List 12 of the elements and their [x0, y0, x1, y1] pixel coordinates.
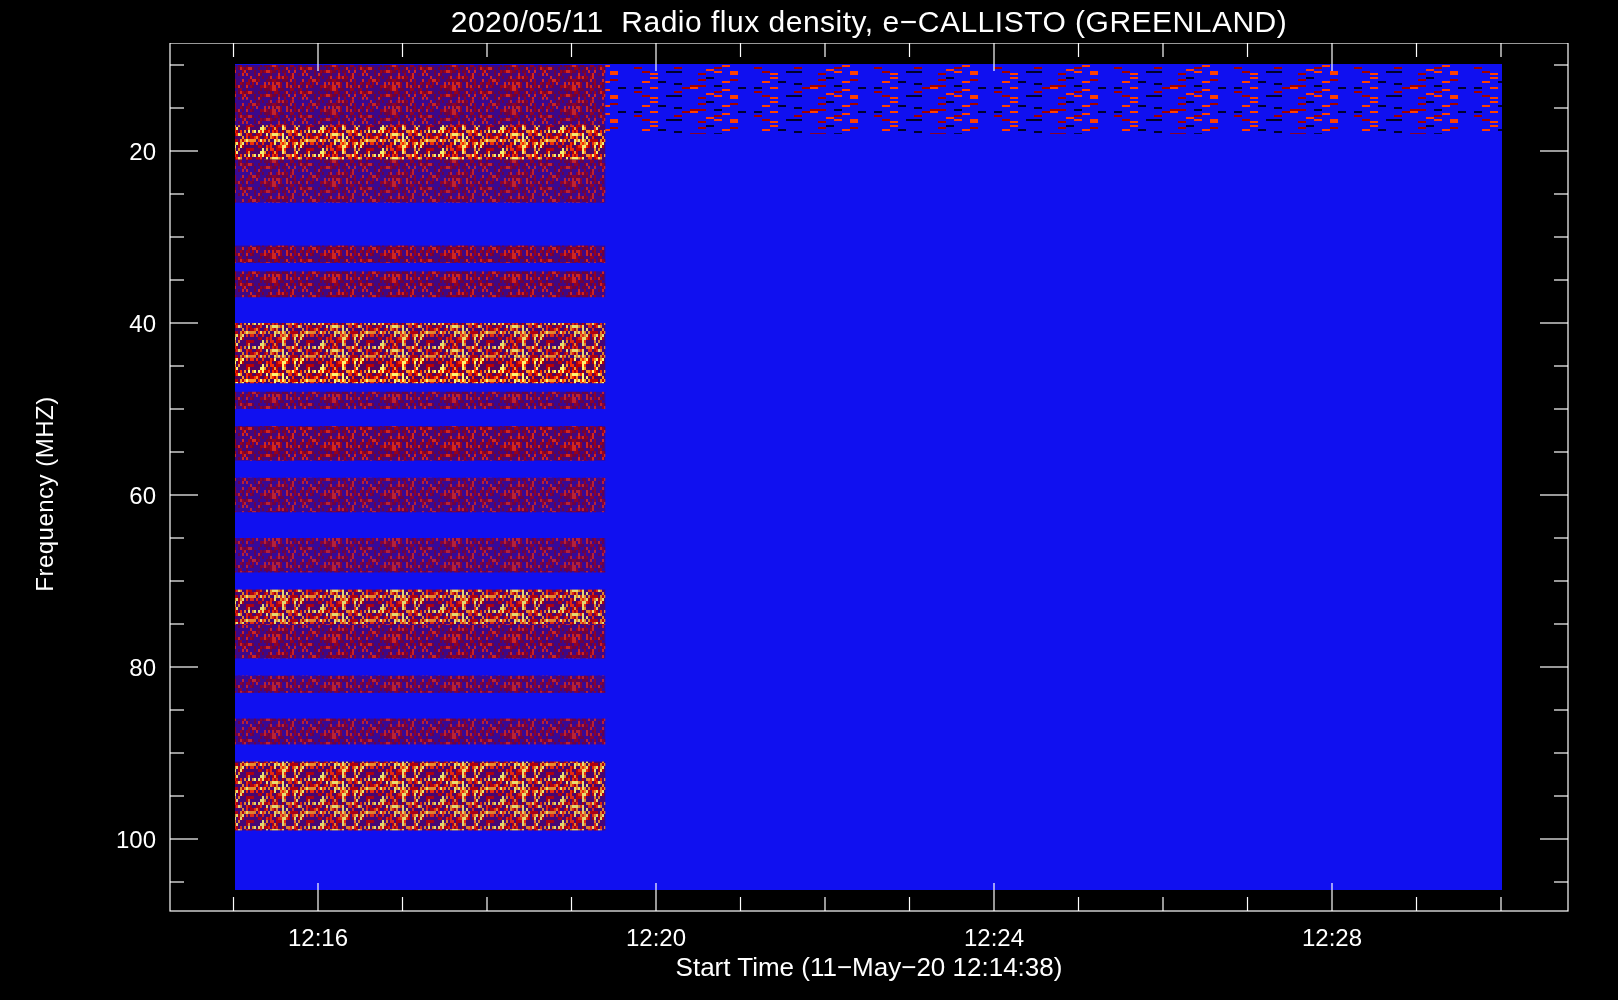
x-axis-title: Start Time (11−May−20 12:14:38)	[674, 952, 1064, 984]
chart-title: 2020/05/11 Radio flux density, e−CALLISTO (GREENLAND)	[449, 3, 1289, 40]
x-tick-label: 12:16	[287, 924, 349, 951]
x-tick-label: 12:24	[963, 924, 1025, 951]
x-tick-label: 12:28	[1301, 924, 1363, 951]
x-tick-label: 12:20	[625, 924, 687, 951]
y-tick-label: 20	[129, 138, 156, 165]
y-tick-label: 100	[115, 826, 156, 853]
y-tick-label: 40	[129, 310, 156, 337]
y-tick-label: 80	[129, 654, 156, 681]
y-tick-label: 60	[129, 482, 156, 509]
y-axis-title: Frequency (MHZ)	[31, 396, 59, 592]
